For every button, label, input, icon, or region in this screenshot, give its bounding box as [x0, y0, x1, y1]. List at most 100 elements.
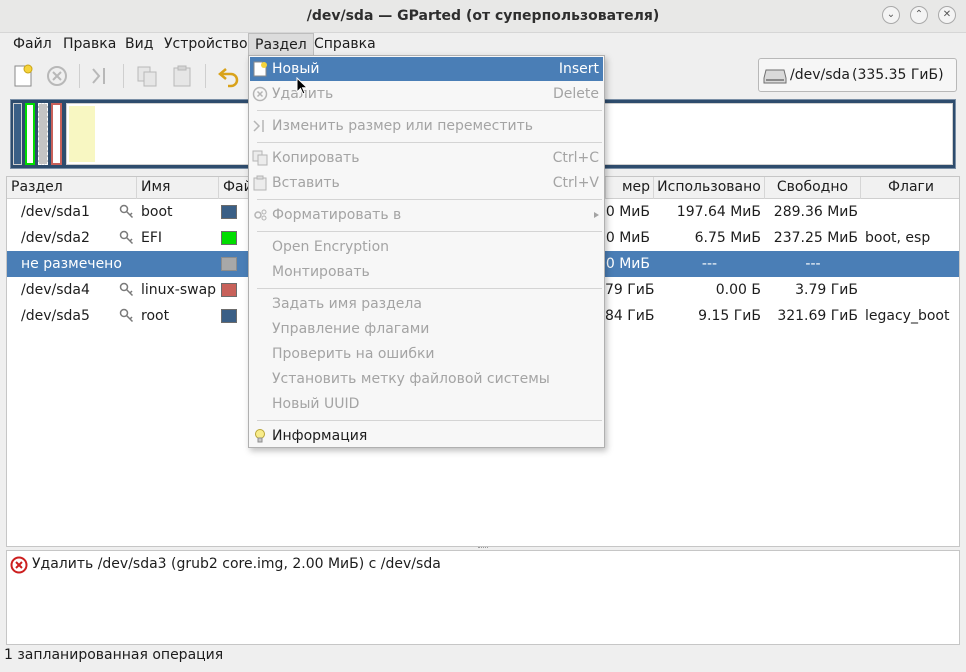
menu-edit[interactable]: Правка [57, 33, 122, 55]
menu-separator [257, 231, 602, 232]
partition-free: 3.79 ГиБ [795, 282, 858, 298]
partition-used: 6.75 МиБ [694, 230, 761, 246]
device-selector[interactable]: /dev/sda (335.35 ГиБ) [758, 58, 957, 92]
partition-free: 289.36 МиБ [773, 204, 858, 220]
used-space-fill [69, 106, 95, 162]
filesystem-color-swatch [221, 283, 237, 297]
delete-icon [47, 66, 67, 86]
chevron-up-icon: ⌃ [914, 9, 924, 20]
resize-icon [92, 68, 105, 84]
undo-button[interactable] [217, 64, 241, 88]
menu-item-manage-flags[interactable]: Управление флагами [250, 317, 603, 341]
menu-item-new-uuid[interactable]: Новый UUID [250, 392, 603, 416]
partition-free: --- [805, 256, 821, 272]
partition-used: 197.64 МиБ [676, 204, 761, 220]
menu-item-label: Управление флагами [272, 321, 430, 337]
menu-item-paste[interactable]: Вставить Ctrl+V [250, 171, 603, 195]
new-document-icon [252, 61, 268, 77]
toolbar-separator [79, 64, 80, 88]
mouse-cursor-icon [296, 77, 308, 95]
menu-file[interactable]: Файл [7, 33, 58, 55]
column-header-partition[interactable]: Раздел [7, 177, 137, 199]
partition-path: не размечено [21, 256, 122, 272]
copy-button[interactable] [135, 64, 159, 88]
close-button[interactable]: ✕ [938, 6, 956, 24]
maximize-button[interactable]: ⌃ [910, 6, 928, 24]
column-header-name[interactable]: Имя [137, 177, 219, 199]
resize-move-button[interactable] [89, 64, 113, 88]
partition-size: 0 МиБ [605, 230, 650, 246]
paste-icon [252, 175, 268, 191]
column-header-used[interactable]: Использовано [654, 177, 765, 199]
partition-name: boot [141, 204, 173, 220]
menu-device[interactable]: Устройство [158, 33, 254, 55]
partition-menu-dropdown: Новый Insert Удалить Delete Изменить раз… [248, 55, 605, 448]
partition-name: linux-swap [141, 282, 217, 298]
disk-segment-unallocated[interactable] [38, 103, 48, 165]
copy-icon [137, 66, 157, 87]
menu-item-check[interactable]: Проверить на ошибки [250, 342, 603, 366]
undo-icon [218, 68, 239, 88]
partition-flags: legacy_boot [865, 308, 950, 324]
partition-name: root [141, 308, 170, 324]
chevron-down-icon: ⌄ [886, 9, 896, 20]
menu-item-label: Информация [272, 428, 368, 444]
partition-path: /dev/sda5 [21, 308, 90, 324]
key-icon [119, 282, 135, 302]
disk-segment-swap[interactable] [51, 103, 62, 165]
partition-flags: boot, esp [865, 230, 931, 246]
toolbar-separator [205, 64, 206, 88]
menu-item-shortcut: Insert [558, 61, 599, 77]
key-icon [119, 230, 135, 250]
format-icon [252, 207, 268, 223]
paste-button[interactable] [170, 64, 194, 88]
column-header-flags[interactable]: Флаги [861, 177, 959, 199]
partition-used: 0.00 Б [715, 282, 761, 298]
column-header-free[interactable]: Свободно [765, 177, 861, 199]
menu-item-label: Задать имя раздела [272, 296, 422, 312]
column-header-size[interactable]: мер [605, 177, 654, 199]
menu-bar: Файл Правка Вид Устройство Раздел Справк… [0, 33, 966, 55]
menu-help[interactable]: Справка [308, 33, 382, 55]
partition-path: /dev/sda4 [21, 282, 90, 298]
menu-separator [257, 288, 602, 289]
menu-item-copy[interactable]: Копировать Ctrl+C [250, 146, 603, 170]
close-icon: ✕ [942, 9, 952, 20]
partition-name: EFI [141, 230, 163, 246]
partition-used: --- [701, 256, 718, 272]
device-name: /dev/sda [790, 67, 850, 83]
delete-operation-icon [10, 556, 28, 578]
menu-item-label: Монтировать [272, 264, 370, 280]
hard-disk-icon [763, 67, 787, 89]
menu-item-label: Копировать [272, 150, 360, 166]
device-size: (335.35 ГиБ) [852, 67, 944, 83]
menu-item-set-name[interactable]: Задать имя раздела [250, 292, 603, 316]
menu-item-label-filesystem[interactable]: Установить метку файловой системы [250, 367, 603, 391]
submenu-arrow-icon [594, 212, 599, 218]
pending-operations-list: Удалить /dev/sda3 (grub2 core.img, 2.00 … [6, 550, 960, 645]
title-bar: /dev/sda — GParted (от суперпользователя… [0, 0, 966, 33]
menu-separator [257, 199, 602, 200]
new-partition-button[interactable] [11, 64, 35, 88]
menu-item-label: Форматировать в [272, 207, 402, 223]
partition-path: /dev/sda2 [21, 230, 90, 246]
partition-size: 79 ГиБ [605, 282, 655, 298]
menu-item-mount[interactable]: Монтировать [250, 260, 603, 284]
menu-item-open-encryption[interactable]: Open Encryption [250, 235, 603, 259]
copy-icon [252, 150, 268, 166]
status-bar-text: 1 запланированная операция [4, 647, 224, 663]
list-item[interactable]: Удалить /dev/sda3 (grub2 core.img, 2.00 … [7, 551, 959, 577]
delete-partition-button[interactable] [45, 64, 69, 88]
filesystem-color-swatch [221, 231, 237, 245]
menu-item-shortcut: Ctrl+C [552, 150, 599, 166]
filesystem-color-swatch [221, 257, 237, 271]
disk-segment-boot[interactable] [13, 103, 22, 165]
menu-partition[interactable]: Раздел [248, 33, 314, 55]
menu-item-resize-move[interactable]: Изменить размер или переместить [250, 114, 603, 138]
menu-item-information[interactable]: Информация [250, 424, 603, 448]
disk-segment-efi[interactable] [25, 103, 35, 165]
minimize-button[interactable]: ⌄ [882, 6, 900, 24]
partition-size: 0 МиБ [605, 256, 650, 272]
menu-item-format[interactable]: Форматировать в [250, 203, 603, 227]
menu-view[interactable]: Вид [119, 33, 159, 55]
